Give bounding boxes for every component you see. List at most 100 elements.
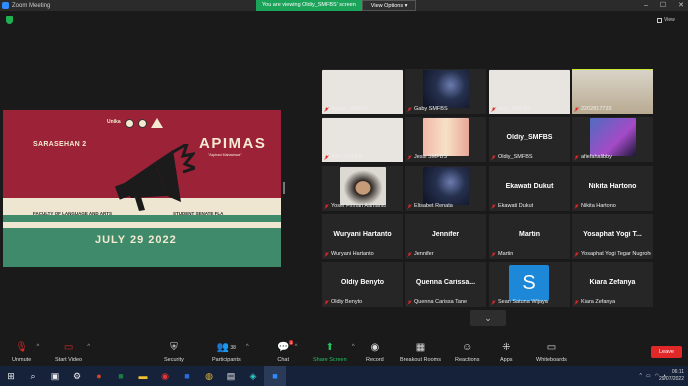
title-bar: Zoom Meeting You are viewing Oldiy_SMFBS… xyxy=(0,0,688,11)
leave-button[interactable]: Leave xyxy=(651,346,682,358)
participant-display-name: Quenna Carissa... xyxy=(415,279,476,286)
participant-tile[interactable]: Asel_SMFBS xyxy=(489,69,570,114)
file-explorer-icon[interactable]: ▬ xyxy=(132,366,154,386)
participant-tile[interactable]: Aldy SMFBS xyxy=(322,117,403,162)
split-handle[interactable] xyxy=(283,182,285,194)
excel-icon[interactable]: ■ xyxy=(110,366,132,386)
powerpoint-icon[interactable]: ● xyxy=(88,366,110,386)
participant-name: Wuryani Hartanto xyxy=(331,251,374,257)
zoom-taskbar-icon[interactable]: ■ xyxy=(264,366,286,386)
muted-mic-icon xyxy=(407,155,412,160)
participant-tile[interactable]: Gaby SMFBS xyxy=(405,69,486,114)
participant-tile[interactable]: Ekawati Dukut Ekawati Dukut xyxy=(489,166,570,211)
participant-tile[interactable]: Oldiy Benyto Oldiy Benyto xyxy=(322,262,403,307)
task-view-icon[interactable]: ▣ xyxy=(44,366,66,386)
participant-tile[interactable]: afiefahalibby xyxy=(572,117,653,162)
apps-button[interactable]: ⁜ Apps xyxy=(500,342,513,363)
participant-name: Gaby SMFBS xyxy=(414,106,448,112)
word-icon[interactable]: ■ xyxy=(176,366,198,386)
participant-name: Quenna Carissa Tane xyxy=(414,299,468,305)
maximize-icon[interactable]: ☐ xyxy=(660,0,666,11)
caret-up-icon[interactable]: ^ xyxy=(36,344,39,350)
media-app-icon[interactable]: ▤ xyxy=(220,366,242,386)
participant-name: Asel_SMFBS xyxy=(498,106,531,112)
share-screen-button[interactable]: ⬆ Share Screen ^ xyxy=(313,342,355,363)
participant-tile[interactable]: Kiara Zefanya Kiara Zefanya xyxy=(572,262,653,307)
participant-name: Nikita Hartono xyxy=(581,203,616,209)
caret-up-icon[interactable]: ^ xyxy=(352,344,355,350)
poster-stripe xyxy=(3,222,281,228)
whiteboards-button[interactable]: ▭ Whiteboards xyxy=(536,342,567,363)
participants-button[interactable]: 👥 38 Participants ^ xyxy=(212,342,249,363)
muted-mic-icon xyxy=(491,204,496,209)
meeting-toolbar: 🎙 Unmute ^ ▭ Start Video ^ ⛨ Security 👥 3… xyxy=(0,340,688,366)
chat-label: Chat xyxy=(277,357,290,363)
participant-name: Agnes_SMFBS xyxy=(331,106,369,112)
poster-faculty: FACULTY OF LANGUAGE AND ARTS xyxy=(33,211,112,216)
whiteboard-icon: ▭ xyxy=(546,342,557,353)
participant-tile[interactable]: Yosaphat Yogi T... Yosaphat Yogi Tegar Nu… xyxy=(572,214,653,259)
screen-share-banner: You are viewing Oldiy_SMFBS' screen View… xyxy=(256,0,417,11)
windows-start-icon[interactable]: ⊞ xyxy=(0,366,22,386)
emoji-icon: ☺ xyxy=(462,342,473,353)
breakout-rooms-button[interactable]: ▦ Breakout Rooms xyxy=(400,342,441,363)
view-button[interactable]: View xyxy=(657,17,675,23)
muted-mic-icon xyxy=(491,155,496,160)
red-app-icon[interactable]: ◉ xyxy=(154,366,176,386)
unmute-button[interactable]: 🎙 Unmute ^ xyxy=(12,342,39,363)
caret-up-icon[interactable]: ^ xyxy=(246,344,249,350)
view-options-button[interactable]: View Options ▾ xyxy=(361,0,417,11)
taskbar-clock[interactable]: 06:11 29/07/2022 xyxy=(659,369,684,383)
participant-video xyxy=(423,118,469,156)
muted-mic-icon xyxy=(491,107,496,112)
participant-tile[interactable]: S Sean Satuna Wijaya xyxy=(489,262,570,307)
search-icon[interactable]: ⌕ xyxy=(22,366,44,386)
muted-mic-icon xyxy=(324,300,329,305)
security-button[interactable]: ⛨ Security xyxy=(164,342,184,363)
close-icon[interactable]: ✕ xyxy=(678,0,684,11)
muted-mic-icon xyxy=(491,300,496,305)
poster-senate: STUDENT SENATE FLA xyxy=(173,211,224,216)
encryption-shield-icon[interactable] xyxy=(6,16,13,24)
participant-tile[interactable]: 2202817733 xyxy=(572,69,653,114)
participant-tile[interactable]: Oldiy_SMFBS Oldiy_SMFBS xyxy=(489,117,570,162)
record-icon: ◉ xyxy=(370,342,380,353)
participant-tile[interactable]: Yosef Firman Aamanto xyxy=(322,166,403,211)
participant-tile[interactable]: Jennifer Jennifer xyxy=(405,214,486,259)
participant-tile[interactable]: Quenna Carissa... Quenna Carissa Tane xyxy=(405,262,486,307)
chat-button[interactable]: 💬 2 Chat ^ xyxy=(277,340,297,363)
record-label: Record xyxy=(366,357,384,363)
participant-tile[interactable]: Jessi SMFBS xyxy=(405,117,486,162)
window-title: Zoom Meeting xyxy=(12,2,51,9)
breakout-icon: ▦ xyxy=(415,342,426,353)
vpn-app-icon[interactable]: ◈ xyxy=(242,366,264,386)
participant-video xyxy=(590,118,636,156)
next-page-button[interactable]: ⌄ xyxy=(470,310,506,326)
participant-display-name: Kiara Zefanya xyxy=(589,279,636,286)
participant-name: Oldiy Benyto xyxy=(331,299,363,305)
reactions-button[interactable]: ☺ Reactions xyxy=(455,342,479,363)
chat-icon: 💬 2 xyxy=(277,340,294,353)
chrome-icon[interactable]: ◍ xyxy=(198,366,220,386)
participant-tile[interactable]: Nikita Hartono Nikita Hartono xyxy=(572,166,653,211)
battery-icon[interactable]: ▭ xyxy=(646,373,651,379)
participant-video xyxy=(340,167,386,205)
caret-up-icon[interactable]: ^ xyxy=(87,344,90,350)
apps-icon: ⁜ xyxy=(502,342,511,353)
muted-mic-icon xyxy=(407,204,412,209)
caret-up-icon[interactable]: ^ xyxy=(295,344,298,350)
participant-tile[interactable]: Wuryani Hartanto Wuryani Hartanto xyxy=(322,214,403,259)
muted-mic-icon xyxy=(574,155,579,160)
tray-chevron-up-icon[interactable]: ^ xyxy=(640,373,642,379)
minimize-icon[interactable]: – xyxy=(644,0,648,11)
windows-taskbar: ⊞ ⌕ ▣ ⚙ ● ■ ▬ ◉ ■ ◍ ▤ ◈ ■ ^ ▭ ◠ ◖ 06:11 … xyxy=(0,366,688,386)
muted-mic-icon xyxy=(324,204,329,209)
settings-icon[interactable]: ⚙ xyxy=(66,366,88,386)
participant-tile[interactable]: Elisabet Renata xyxy=(405,166,486,211)
start-video-button[interactable]: ▭ Start Video ^ xyxy=(55,342,90,363)
participant-tile[interactable]: Agnes_SMFBS xyxy=(322,69,403,114)
seal-logo xyxy=(125,118,134,128)
record-button[interactable]: ◉ Record xyxy=(366,342,384,363)
participant-tile[interactable]: Martin Martin xyxy=(489,214,570,259)
participant-display-name: Yosaphat Yogi T... xyxy=(583,231,642,238)
